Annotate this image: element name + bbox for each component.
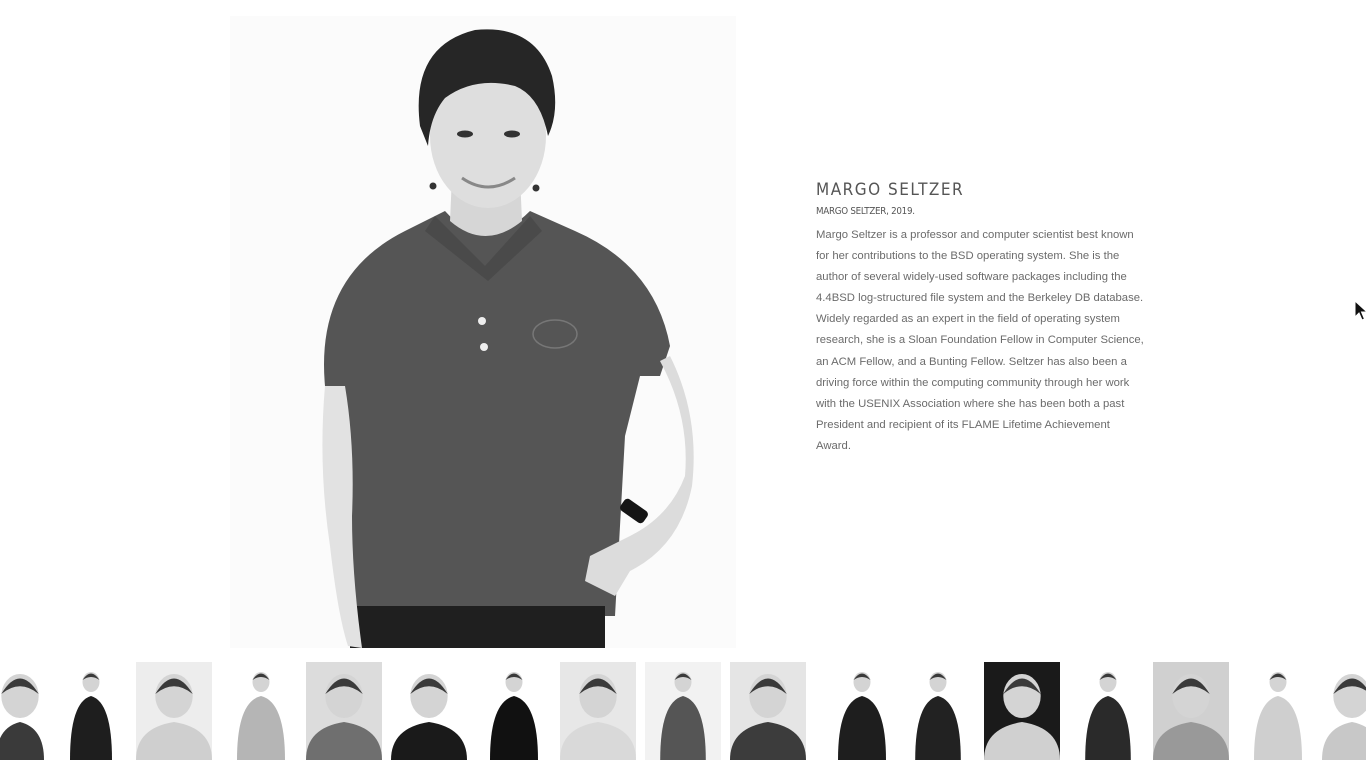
- portrait-page: MARGO SELTZER MARGO SELTZER, 2019. Margo…: [0, 0, 1366, 768]
- portrait-thumbnail[interactable]: [730, 662, 806, 760]
- portrait-thumbnail[interactable]: [900, 662, 976, 760]
- portrait-thumbnail[interactable]: [984, 662, 1060, 760]
- portrait-thumbnail[interactable]: [306, 662, 382, 760]
- portrait-thumbnail[interactable]: [1238, 662, 1318, 760]
- portrait-thumbnail[interactable]: [1070, 662, 1146, 760]
- portrait-thumbnail[interactable]: [221, 662, 301, 760]
- portrait-thumbnail[interactable]: [822, 662, 902, 760]
- portrait-photo: [230, 16, 736, 648]
- bio-text: Margo Seltzer is a professor and compute…: [816, 229, 1144, 452]
- bio-panel: MARGO SELTZER MARGO SELTZER, 2019. Margo…: [816, 180, 1146, 457]
- portrait-thumbnail[interactable]: [645, 662, 721, 760]
- portrait-thumbnail[interactable]: [391, 662, 467, 760]
- person-name: MARGO SELTZER: [816, 180, 965, 200]
- portrait-thumbnail[interactable]: [1153, 662, 1229, 760]
- thumbnail-strip: [0, 662, 1366, 768]
- portrait-thumbnail[interactable]: [56, 662, 126, 760]
- mouse-pointer-icon: [1354, 299, 1366, 326]
- portrait-thumbnail[interactable]: [1322, 662, 1366, 760]
- photo-caption: MARGO SELTZER, 2019.: [816, 206, 915, 217]
- portrait-thumbnail[interactable]: [0, 662, 44, 760]
- portrait-thumbnail[interactable]: [136, 662, 212, 760]
- portrait-thumbnail[interactable]: [474, 662, 554, 760]
- portrait-thumbnail[interactable]: [560, 662, 636, 760]
